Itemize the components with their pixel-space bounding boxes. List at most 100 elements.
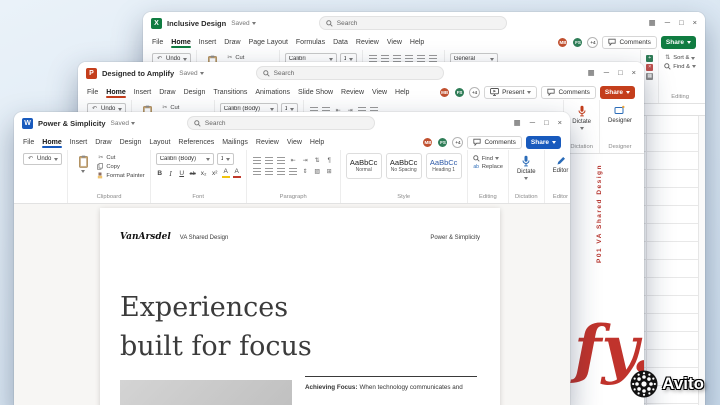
- menu-formulas[interactable]: Formulas: [296, 37, 325, 48]
- bold-icon[interactable]: B: [156, 170, 164, 178]
- maximize-button[interactable]: □: [618, 69, 623, 77]
- bullets-icon[interactable]: [253, 157, 262, 164]
- borders-icon[interactable]: ⊞: [326, 169, 333, 175]
- undo-button[interactable]: ↶ Undo: [23, 153, 63, 165]
- align-center-icon[interactable]: [417, 55, 426, 62]
- saved-status[interactable]: Saved: [111, 120, 135, 127]
- saved-status[interactable]: Saved: [231, 20, 256, 27]
- paste-button[interactable]: [73, 153, 93, 173]
- menu-data[interactable]: Data: [333, 37, 348, 48]
- share-button[interactable]: Share: [660, 35, 696, 49]
- menu-references[interactable]: References: [178, 137, 214, 148]
- italic-icon[interactable]: I: [167, 170, 175, 178]
- ribbon-options-icon[interactable]: ▦: [649, 19, 656, 27]
- menu-draw[interactable]: Draw: [95, 137, 111, 148]
- menu-insert[interactable]: Insert: [134, 87, 152, 98]
- menu-insert[interactable]: Insert: [70, 137, 88, 148]
- vertical-scrollbar[interactable]: [698, 116, 705, 405]
- avatar[interactable]: FS: [437, 136, 449, 148]
- comments-button[interactable]: Comments: [602, 35, 657, 49]
- dictate-button[interactable]: Dictate: [514, 153, 539, 180]
- menu-help[interactable]: Help: [410, 37, 424, 48]
- multilevel-list-icon[interactable]: [277, 157, 286, 164]
- menu-design[interactable]: Design: [184, 87, 206, 98]
- ribbon-options-icon[interactable]: ▦: [588, 69, 595, 77]
- sort-filter-button[interactable]: ⇅ Sort &: [664, 55, 696, 61]
- menu-home[interactable]: Home: [171, 37, 192, 48]
- style-heading-1[interactable]: AaBbCc Heading 1: [425, 153, 462, 179]
- saved-status[interactable]: Saved: [179, 70, 204, 77]
- avatar[interactable]: MB: [557, 36, 569, 48]
- ribbon-options-icon[interactable]: ▦: [514, 119, 521, 127]
- replace-button[interactable]: ab Replace: [473, 164, 503, 170]
- avatar[interactable]: FS: [572, 36, 584, 48]
- menu-help[interactable]: Help: [310, 137, 324, 148]
- find-button[interactable]: Find: [472, 155, 503, 162]
- close-button[interactable]: ×: [558, 119, 562, 127]
- align-right-icon[interactable]: [429, 55, 438, 62]
- menu-slide-show[interactable]: Slide Show: [298, 87, 333, 98]
- align-bottom-icon[interactable]: [393, 55, 402, 62]
- menu-file[interactable]: File: [87, 87, 98, 98]
- menu-home[interactable]: Home: [106, 87, 127, 98]
- menu-transitions[interactable]: Transitions: [213, 87, 247, 98]
- format-painter-button[interactable]: Format Painter: [97, 172, 145, 179]
- menu-insert[interactable]: Insert: [199, 37, 217, 48]
- format-cells-icon[interactable]: ▦: [646, 73, 654, 80]
- highlight-color-icon[interactable]: A: [221, 168, 230, 179]
- increase-indent-icon[interactable]: ⇥: [302, 158, 309, 164]
- sort-icon[interactable]: ⇅: [314, 158, 321, 164]
- align-right-icon[interactable]: [277, 168, 286, 175]
- menu-view[interactable]: View: [387, 37, 402, 48]
- align-left-icon[interactable]: [405, 55, 414, 62]
- excel-titlebar[interactable]: X Inclusive Design Saved Search ▦ ─ □ ×: [143, 12, 705, 34]
- menu-draw[interactable]: Draw: [159, 87, 175, 98]
- menu-file[interactable]: File: [23, 137, 34, 148]
- insert-cells-icon[interactable]: +: [646, 55, 654, 62]
- menu-help[interactable]: Help: [395, 87, 409, 98]
- share-button[interactable]: Share: [599, 85, 635, 99]
- menu-review[interactable]: Review: [256, 137, 279, 148]
- close-button[interactable]: ×: [693, 19, 697, 27]
- designer-button[interactable]: Designer: [605, 103, 635, 124]
- menu-home[interactable]: Home: [42, 137, 63, 148]
- minimize-button[interactable]: ─: [665, 19, 670, 27]
- cut-button[interactable]: ✂ Cut: [97, 155, 144, 161]
- shading-icon[interactable]: ▨: [314, 169, 321, 175]
- search-input[interactable]: Search: [318, 16, 507, 30]
- superscript-icon[interactable]: x²: [211, 170, 219, 178]
- minimize-button[interactable]: ─: [604, 69, 609, 77]
- avatar-overflow[interactable]: +4: [452, 136, 464, 148]
- document-page[interactable]: VanArsdel VA Shared Design Power & Simpl…: [100, 208, 500, 405]
- menu-design[interactable]: Design: [120, 137, 142, 148]
- menu-review[interactable]: Review: [356, 37, 379, 48]
- cut-button[interactable]: ✂ Cut: [161, 105, 208, 111]
- avatar[interactable]: FS: [454, 86, 466, 98]
- menu-mailings[interactable]: Mailings: [222, 137, 248, 148]
- underline-icon[interactable]: U: [178, 170, 186, 178]
- document-image-placeholder[interactable]: [120, 380, 292, 405]
- close-button[interactable]: ×: [632, 69, 636, 77]
- menu-draw[interactable]: Draw: [224, 37, 240, 48]
- find-select-button[interactable]: Find &: [664, 63, 696, 70]
- comments-button[interactable]: Comments: [467, 135, 522, 149]
- numbering-icon[interactable]: [265, 157, 274, 164]
- align-left-icon[interactable]: [253, 168, 262, 175]
- menu-review[interactable]: Review: [341, 87, 364, 98]
- menu-layout[interactable]: Layout: [149, 137, 170, 148]
- menu-view[interactable]: View: [287, 137, 302, 148]
- subscript-icon[interactable]: x₂: [200, 170, 208, 178]
- avatar-overflow[interactable]: +4: [469, 86, 481, 98]
- minimize-button[interactable]: ─: [530, 119, 535, 127]
- decrease-indent-icon[interactable]: ⇤: [290, 158, 297, 164]
- avatar[interactable]: MB: [422, 136, 434, 148]
- cut-button[interactable]: ✂ Cut: [226, 55, 273, 61]
- menu-view[interactable]: View: [372, 87, 387, 98]
- style-normal[interactable]: AaBbCc Normal: [345, 153, 382, 179]
- font-size-select[interactable]: 11: [216, 153, 234, 165]
- menu-file[interactable]: File: [152, 37, 163, 48]
- style-no-spacing[interactable]: AaBbCc No Spacing: [385, 153, 422, 179]
- comments-button[interactable]: Comments: [541, 85, 596, 99]
- powerpoint-titlebar[interactable]: P Designed to Amplify Saved Search ▦ ─ □…: [78, 62, 644, 84]
- justify-icon[interactable]: [289, 168, 298, 175]
